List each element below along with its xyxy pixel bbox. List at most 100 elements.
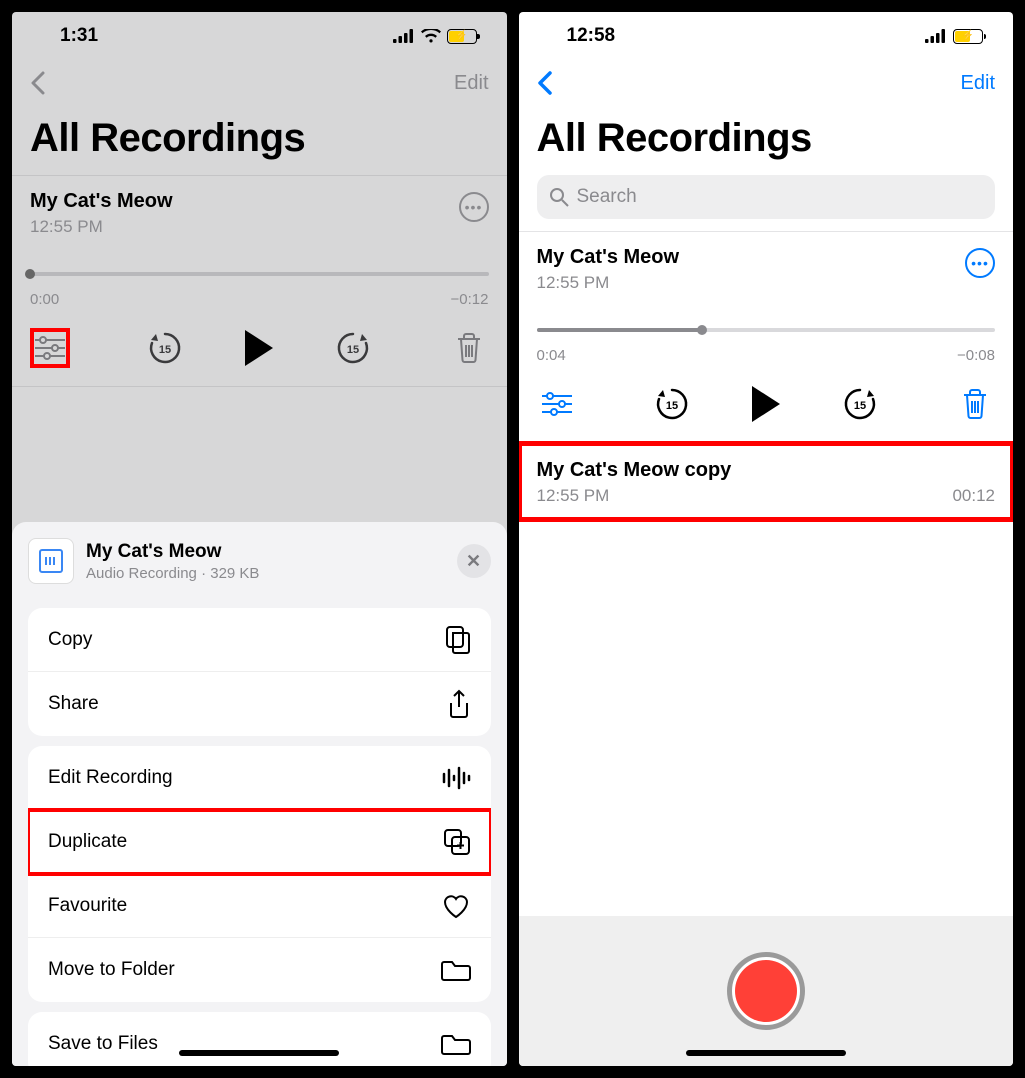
sheet-thumbnail — [28, 538, 74, 584]
skip-back-icon: 15 — [147, 330, 183, 366]
share-sheet: My Cat's Meow Audio Recording · 329 KB ✕… — [12, 522, 507, 1066]
sheet-item-favourite[interactable]: Favourite — [28, 874, 491, 938]
cellular-icon — [393, 29, 415, 43]
svg-text:15: 15 — [347, 344, 359, 356]
play-icon — [752, 386, 780, 422]
phone-left: 1:31 ⚡ Edit All Recordings My Cat's Meow… — [12, 12, 507, 1066]
sliders-icon — [35, 336, 65, 360]
record-button[interactable] — [727, 952, 805, 1030]
recording-copy-title: My Cat's Meow copy — [537, 459, 996, 482]
recording-title: My Cat's Meow — [30, 190, 489, 213]
playback-controls: 15 15 — [12, 308, 507, 386]
scrub-end: −0:08 — [957, 347, 995, 364]
recording-copy-duration: 00:12 — [952, 486, 995, 506]
search-icon — [549, 187, 569, 207]
recording-title: My Cat's Meow — [537, 246, 996, 269]
scrubber-labels: 0:00 −0:12 — [30, 291, 489, 308]
cellular-icon — [925, 29, 947, 43]
scrub-end: −0:12 — [451, 291, 489, 308]
home-indicator[interactable] — [686, 1050, 846, 1056]
record-area — [519, 916, 1014, 1066]
sheet-item-save-to-files[interactable]: Save to Files — [28, 1012, 491, 1066]
sheet-item-share[interactable]: Share — [28, 672, 491, 736]
recording-copy-row[interactable]: My Cat's Meow copy 12:55 PM 00:12 — [519, 443, 1014, 520]
scrubber-labels: 0:04 −0:08 — [537, 347, 996, 364]
status-icons: ⚡ — [393, 29, 477, 44]
play-button[interactable] — [746, 384, 786, 424]
delete-button[interactable] — [955, 384, 995, 424]
recording-time: 12:55 PM — [30, 217, 489, 237]
options-button[interactable] — [30, 328, 70, 368]
sheet-item-label: Share — [48, 693, 99, 715]
skip-forward-icon: 15 — [842, 386, 878, 422]
divider — [537, 520, 1014, 521]
skip-back-15-button[interactable]: 15 — [145, 328, 185, 368]
status-bar: 1:31 ⚡ — [12, 12, 507, 60]
trash-icon — [961, 388, 989, 420]
sheet-item-move-to-folder[interactable]: Move to Folder — [28, 938, 491, 1002]
scrub-start: 0:04 — [537, 347, 566, 364]
recording-copy-time: 12:55 PM — [537, 486, 610, 506]
nav-bar: Edit — [12, 60, 507, 106]
sheet-item-copy[interactable]: Copy — [28, 608, 491, 672]
status-time: 12:58 — [567, 25, 616, 47]
sheet-header: My Cat's Meow Audio Recording · 329 KB ✕ — [12, 534, 507, 598]
skip-back-15-button[interactable]: 15 — [652, 384, 692, 424]
scrubber[interactable] — [30, 265, 489, 283]
share-icon — [447, 689, 471, 719]
sheet-subtitle: Audio Recording · 329 KB — [86, 565, 445, 582]
search-input[interactable]: Search — [537, 175, 996, 219]
options-button[interactable] — [537, 384, 577, 424]
back-button[interactable] — [30, 71, 46, 95]
status-time: 1:31 — [60, 25, 98, 47]
sheet-item-label: Favourite — [48, 895, 127, 917]
folder-icon — [441, 1032, 471, 1056]
back-button[interactable] — [537, 71, 553, 95]
recording-row[interactable]: My Cat's Meow 12:55 PM ••• — [12, 176, 507, 247]
more-button[interactable]: ••• — [459, 192, 489, 222]
record-icon — [735, 960, 797, 1022]
wifi-icon — [421, 29, 441, 43]
page-title: All Recordings — [519, 106, 1014, 175]
edit-button[interactable]: Edit — [454, 72, 488, 95]
heart-icon — [441, 893, 471, 919]
recording-row[interactable]: My Cat's Meow 12:55 PM ••• — [519, 232, 1014, 303]
skip-forward-15-button[interactable]: 15 — [840, 384, 880, 424]
sheet-item-label: Duplicate — [48, 831, 127, 853]
sheet-group-3: Save to Files — [28, 1012, 491, 1066]
divider — [12, 386, 507, 387]
sheet-group-2: Edit Recording Duplicate Favourite Move … — [28, 746, 491, 1002]
scrubber[interactable] — [537, 321, 996, 339]
sheet-item-label: Copy — [48, 629, 92, 651]
sheet-item-label: Move to Folder — [48, 959, 175, 981]
scrub-start: 0:00 — [30, 291, 59, 308]
play-button[interactable] — [239, 328, 279, 368]
search-placeholder: Search — [577, 186, 637, 208]
sheet-item-duplicate[interactable]: Duplicate — [28, 810, 491, 874]
svg-text:15: 15 — [159, 344, 171, 356]
trash-icon — [455, 332, 483, 364]
home-indicator[interactable] — [179, 1050, 339, 1056]
sheet-item-label: Save to Files — [48, 1033, 158, 1055]
skip-forward-icon: 15 — [335, 330, 371, 366]
page-title: All Recordings — [12, 106, 507, 175]
battery-icon: ⚡ — [953, 29, 983, 44]
sliders-icon — [542, 392, 572, 416]
more-button[interactable]: ••• — [965, 248, 995, 278]
skip-back-icon: 15 — [654, 386, 690, 422]
playback-controls: 15 15 — [519, 364, 1014, 442]
edit-button[interactable]: Edit — [961, 72, 995, 95]
sheet-title: My Cat's Meow — [86, 541, 445, 563]
phone-right: 12:58 ⚡ Edit All Recordings Search My Ca… — [519, 12, 1014, 1066]
sheet-close-button[interactable]: ✕ — [457, 544, 491, 578]
sheet-item-label: Edit Recording — [48, 767, 173, 789]
svg-text:15: 15 — [666, 400, 678, 412]
waveform-icon — [441, 766, 471, 790]
folder-icon — [441, 958, 471, 982]
svg-text:15: 15 — [854, 400, 866, 412]
sheet-item-edit-recording[interactable]: Edit Recording — [28, 746, 491, 810]
skip-forward-15-button[interactable]: 15 — [333, 328, 373, 368]
delete-button[interactable] — [449, 328, 489, 368]
nav-bar: Edit — [519, 60, 1014, 106]
sheet-group-1: Copy Share — [28, 608, 491, 736]
